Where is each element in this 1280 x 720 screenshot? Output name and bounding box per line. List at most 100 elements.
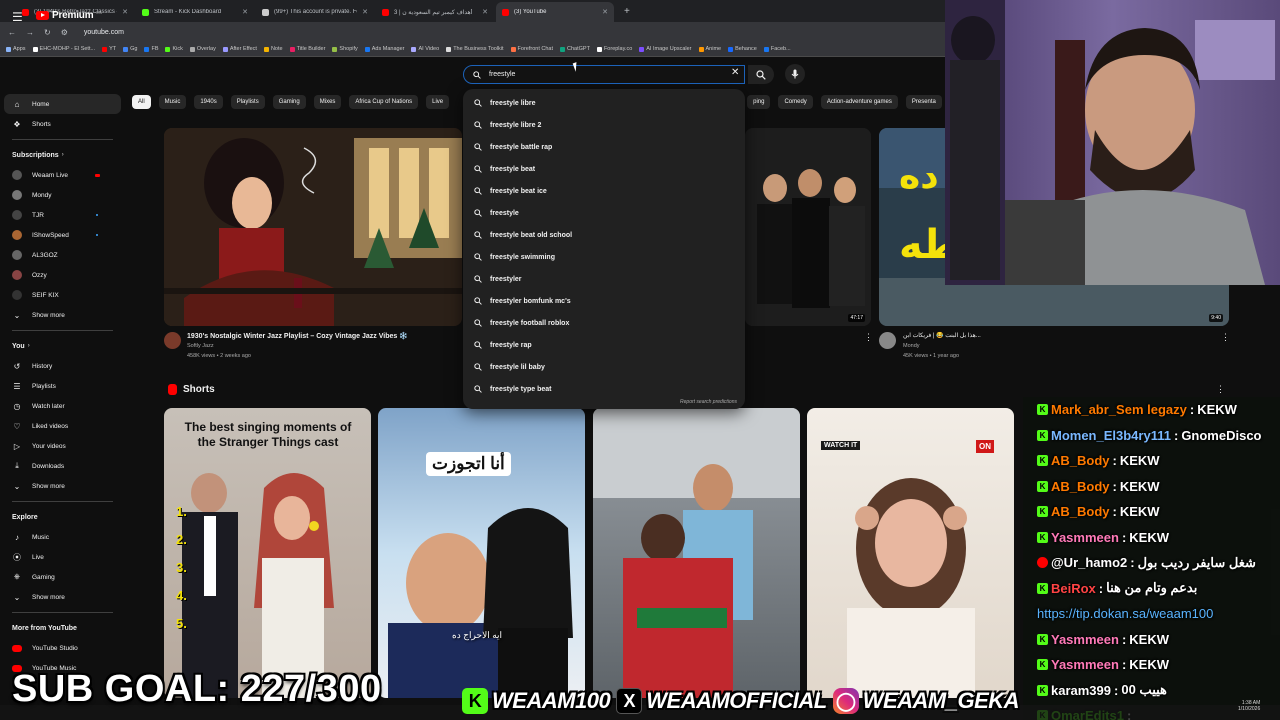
- sidebar-item-gaming[interactable]: ⎈ Gaming: [0, 567, 125, 587]
- bookmark-item[interactable]: FB: [144, 46, 158, 52]
- youtube-logo[interactable]: Premium EG: [36, 10, 102, 21]
- search-suggestion[interactable]: freestyle beat old school: [463, 224, 745, 246]
- filter-chip[interactable]: Playlists: [230, 95, 265, 109]
- forward-icon[interactable]: →: [26, 28, 34, 37]
- more-options-icon[interactable]: ⋮: [864, 332, 873, 343]
- browser-tab[interactable]: Stream - Kick Dashboard ✕: [136, 2, 254, 22]
- sidebar-item-music[interactable]: ♪ Music: [0, 527, 125, 547]
- sidebar-item-your-videos[interactable]: ▷ Your videos: [0, 436, 125, 456]
- back-icon[interactable]: ←: [8, 28, 16, 37]
- close-tab-icon[interactable]: ✕: [362, 8, 368, 16]
- subscription-item[interactable]: AL3GOZ: [0, 245, 125, 265]
- browser-tab[interactable]: (99+) This account is private. Fo ✕: [256, 2, 374, 22]
- close-tab-icon[interactable]: ✕: [122, 8, 128, 16]
- bookmark-item[interactable]: ChatGPT: [560, 46, 590, 52]
- reload-icon[interactable]: ↻: [44, 28, 51, 37]
- bookmark-item[interactable]: Overlay: [189, 46, 216, 52]
- sidebar-item-youtube-app[interactable]: YouTube Studio: [0, 638, 125, 658]
- bookmark-item[interactable]: Kick: [165, 46, 183, 52]
- short-card[interactable]: أنا اتجوزت ايه الاحراج ده: [378, 408, 585, 698]
- video-title[interactable]: 1930's Nostalgic Winter Jazz Playlist – …: [187, 332, 408, 340]
- short-card[interactable]: The best singing moments of the Stranger…: [164, 408, 371, 698]
- search-suggestion[interactable]: freestyle battle rap: [463, 136, 745, 158]
- video-channel[interactable]: Mondy: [903, 343, 920, 349]
- site-info-icon[interactable]: ⚙: [61, 28, 68, 37]
- sidebar-subscriptions-heading[interactable]: Subscriptions ›: [0, 145, 125, 165]
- close-tab-icon[interactable]: ✕: [242, 8, 248, 16]
- filter-chip[interactable]: Music: [158, 95, 187, 109]
- sidebar-item-home[interactable]: ⌂ Home: [4, 94, 121, 114]
- video-title[interactable]: هذا بل البنت 😂 | فريكات ابن...: [903, 332, 981, 339]
- search-suggestion[interactable]: freestyle: [463, 202, 745, 224]
- bookmark-item[interactable]: Ads Manager: [364, 46, 404, 52]
- bookmark-item[interactable]: Apps: [6, 46, 26, 52]
- bookmark-item[interactable]: AI Image Upscaler: [639, 46, 692, 52]
- short-card[interactable]: WATCH IT ON: [807, 408, 1014, 698]
- search-suggestion[interactable]: freestyler bomfunk mc's: [463, 290, 745, 312]
- subscription-item[interactable]: Weaam Live: [0, 165, 125, 185]
- filter-chip[interactable]: Live: [426, 95, 450, 109]
- url-field[interactable]: youtube.com: [84, 29, 124, 36]
- sidebar-item-liked-videos[interactable]: ♡ Liked videos: [0, 416, 125, 436]
- bookmark-item[interactable]: Faceb...: [763, 46, 791, 52]
- filter-chip[interactable]: Presenta: [905, 95, 942, 109]
- bookmark-item[interactable]: Gg: [123, 46, 137, 52]
- sidebar-item-watch-later[interactable]: ◷ Watch later: [0, 396, 125, 416]
- search-suggestion[interactable]: freestyle type beat: [463, 378, 745, 400]
- search-suggestion[interactable]: freestyle lil baby: [463, 356, 745, 378]
- search-suggestion[interactable]: freestyler: [463, 268, 745, 290]
- bookmark-item[interactable]: YT: [102, 46, 116, 52]
- bookmark-item[interactable]: Behance: [728, 46, 757, 52]
- search-suggestion[interactable]: freestyle rap: [463, 334, 745, 356]
- browser-tab[interactable]: (3) YouTube ✕: [496, 2, 614, 22]
- sidebar-item-show-more[interactable]: ⌄ Show more: [0, 305, 125, 325]
- search-suggestion[interactable]: freestyle libre: [463, 92, 745, 114]
- subscription-item[interactable]: IShowSpeed: [0, 225, 125, 245]
- close-tab-icon[interactable]: ✕: [482, 8, 488, 16]
- sidebar-item-live[interactable]: ⦿ Live: [0, 547, 125, 567]
- filter-chip[interactable]: Mixes: [313, 95, 342, 109]
- bookmark-item[interactable]: The Business Toolkit: [446, 46, 504, 52]
- browser-tab[interactable]: أهداف كيمبر تيم السعودية ن | 3 ✕: [376, 2, 494, 22]
- clear-search-icon[interactable]: ✕: [731, 67, 739, 78]
- voice-search-button[interactable]: [785, 64, 805, 84]
- subscription-item[interactable]: SEIF KIX: [0, 285, 125, 305]
- bookmark-item[interactable]: Foreplay.co: [596, 46, 632, 52]
- sidebar-item-chevron-down[interactable]: ⌄ Show more: [0, 476, 125, 496]
- short-card[interactable]: [593, 408, 800, 698]
- bookmark-item[interactable]: Title Builder: [289, 46, 325, 52]
- sidebar-item-chevron-down[interactable]: ⌄ Show more: [0, 587, 125, 607]
- sidebar-item-downloads[interactable]: ⤓ Downloads: [0, 456, 125, 476]
- bookmark-item[interactable]: Forefront Chat: [510, 46, 553, 52]
- more-options-icon[interactable]: ⋮: [1221, 332, 1230, 343]
- filter-chip[interactable]: ping: [747, 95, 771, 109]
- sidebar-item-history[interactable]: ↺ History: [0, 356, 125, 376]
- close-tab-icon[interactable]: ✕: [602, 8, 608, 16]
- filter-chip[interactable]: Action-adventure games: [820, 95, 898, 109]
- sidebar-you-heading[interactable]: You ›: [0, 336, 125, 356]
- new-tab-button[interactable]: +: [616, 2, 638, 22]
- search-suggestion[interactable]: freestyle swimming: [463, 246, 745, 268]
- bookmark-item[interactable]: Note: [263, 46, 283, 52]
- search-suggestion[interactable]: freestyle football roblox: [463, 312, 745, 334]
- video-channel[interactable]: Softly Jazz: [187, 343, 214, 349]
- filter-chip[interactable]: Gaming: [272, 95, 306, 109]
- hamburger-menu-icon[interactable]: ☰: [12, 10, 23, 24]
- sidebar-item-playlists[interactable]: ☰ Playlists: [0, 376, 125, 396]
- bookmark-item[interactable]: Anime: [698, 46, 721, 52]
- more-options-icon[interactable]: ⋮: [1216, 384, 1225, 395]
- filter-chip[interactable]: Africa Cup of Nations: [349, 95, 419, 109]
- channel-avatar[interactable]: [164, 332, 181, 349]
- filter-chip[interactable]: 1940s: [194, 95, 223, 109]
- filter-chip[interactable]: All: [132, 95, 151, 109]
- filter-chip[interactable]: Comedy: [778, 95, 813, 109]
- sidebar-item-shorts[interactable]: ❖ Shorts: [0, 114, 125, 134]
- search-suggestion[interactable]: freestyle libre 2: [463, 114, 745, 136]
- bookmark-item[interactable]: AI Video: [411, 46, 439, 52]
- video-thumbnail[interactable]: [164, 128, 462, 326]
- bookmark-item[interactable]: Shopify: [332, 46, 358, 52]
- bookmark-item[interactable]: EHC-MOHP - El Sett...: [32, 46, 95, 52]
- report-search-predictions-link[interactable]: Report search predictions: [680, 399, 737, 405]
- search-input[interactable]: freestyle: [463, 65, 745, 84]
- video-thumbnail[interactable]: 47:17: [745, 128, 871, 326]
